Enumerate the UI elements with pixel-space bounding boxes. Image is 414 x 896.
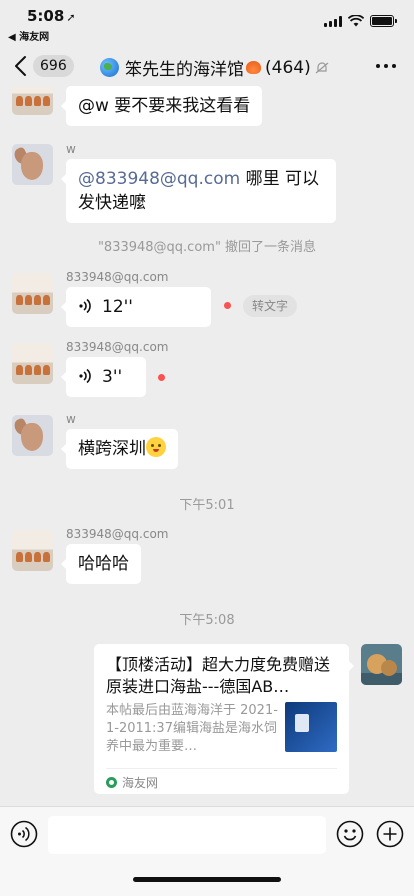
emoji-icon[interactable] — [336, 820, 364, 848]
sender-name: 833948@qq.com — [66, 340, 169, 354]
shell-icon — [246, 61, 261, 74]
timestamp: 下午5:08 — [179, 613, 235, 628]
battery-icon — [370, 15, 397, 27]
avatar[interactable] — [12, 343, 53, 384]
link-card-description: 本帖最后由蓝海海洋于 2021-1-2011:37编辑海盐是海水饲养中最为重要… — [106, 703, 278, 754]
location-arrow-icon: ➚ — [66, 11, 76, 24]
home-indicator[interactable] — [133, 877, 281, 882]
back-chevron-icon[interactable] — [12, 54, 30, 78]
emoji-flushed-icon — [146, 437, 166, 457]
message-bubble[interactable]: @833948@qq.com 哪里 可以发快递嚒 — [61, 159, 336, 223]
unread-count-badge[interactable]: 696 — [33, 55, 74, 77]
unread-dot — [158, 374, 165, 381]
transcribe-button[interactable]: 转文字 — [243, 295, 298, 317]
link-card[interactable]: 【顶楼活动】超大力度免费赠送原装进口海盐---德国AB… 本帖最后由蓝海海洋于 … — [94, 644, 354, 794]
voice-wave-icon — [79, 368, 91, 384]
message-bubble[interactable]: 横跨深圳 — [61, 429, 178, 469]
back-to-app-link[interactable]: ◀ 海友网 — [8, 28, 49, 43]
more-dots-icon[interactable] — [376, 64, 396, 68]
message-bubble[interactable]: 哈哈哈 — [61, 544, 141, 584]
status-bar: 5:08 ➚ ◀ 海友网 — [0, 0, 414, 44]
mute-bell-icon — [315, 61, 329, 73]
message-list[interactable]: @w 要不要来我这看看 w @833948@qq.com 哪里 可以发快递嚒 "… — [0, 86, 414, 806]
sender-name: w — [66, 142, 76, 156]
avatar[interactable] — [12, 273, 53, 314]
my-avatar[interactable] — [361, 644, 402, 685]
voice-wave-icon — [79, 298, 91, 314]
sender-name: 833948@qq.com — [66, 270, 169, 284]
link-card-thumbnail — [285, 702, 337, 752]
chat-header: 696 笨先生的海洋馆 (464) — [0, 46, 414, 86]
avatar[interactable] — [12, 86, 53, 115]
sender-name: w — [66, 412, 76, 426]
mention-link[interactable]: @833948@qq.com — [78, 169, 240, 189]
voice-icon[interactable] — [10, 820, 38, 848]
plus-icon[interactable] — [376, 820, 404, 848]
link-card-source: 海友网 — [106, 768, 337, 791]
status-icons — [324, 15, 397, 27]
group-name: 笨先生的海洋馆 — [125, 60, 244, 80]
wifi-icon — [348, 15, 364, 27]
avatar[interactable] — [12, 415, 53, 456]
avatar[interactable] — [12, 530, 53, 571]
timestamp: 下午5:01 — [179, 498, 235, 513]
message-bubble[interactable]: @w 要不要来我这看看 — [60, 86, 263, 126]
sender-name: 833948@qq.com — [66, 527, 169, 541]
message-input[interactable] — [48, 816, 326, 854]
source-logo-icon — [106, 777, 117, 788]
avatar[interactable] — [12, 144, 53, 185]
globe-icon — [100, 58, 119, 77]
voice-message[interactable]: 3'' — [61, 357, 146, 397]
chat-title[interactable]: 笨先生的海洋馆 (464) — [100, 55, 329, 80]
unread-dot — [224, 302, 231, 309]
status-time: 5:08 ➚ — [27, 7, 76, 25]
input-bar — [0, 806, 414, 896]
voice-message[interactable]: 12'' — [61, 287, 211, 327]
system-notice: "833948@qq.com" 撤回了一条消息 — [97, 240, 317, 255]
member-count: (464) — [265, 57, 311, 78]
link-card-title: 【顶楼活动】超大力度免费赠送原装进口海盐---德国AB… — [106, 655, 331, 696]
cellular-signal-icon — [324, 15, 342, 27]
